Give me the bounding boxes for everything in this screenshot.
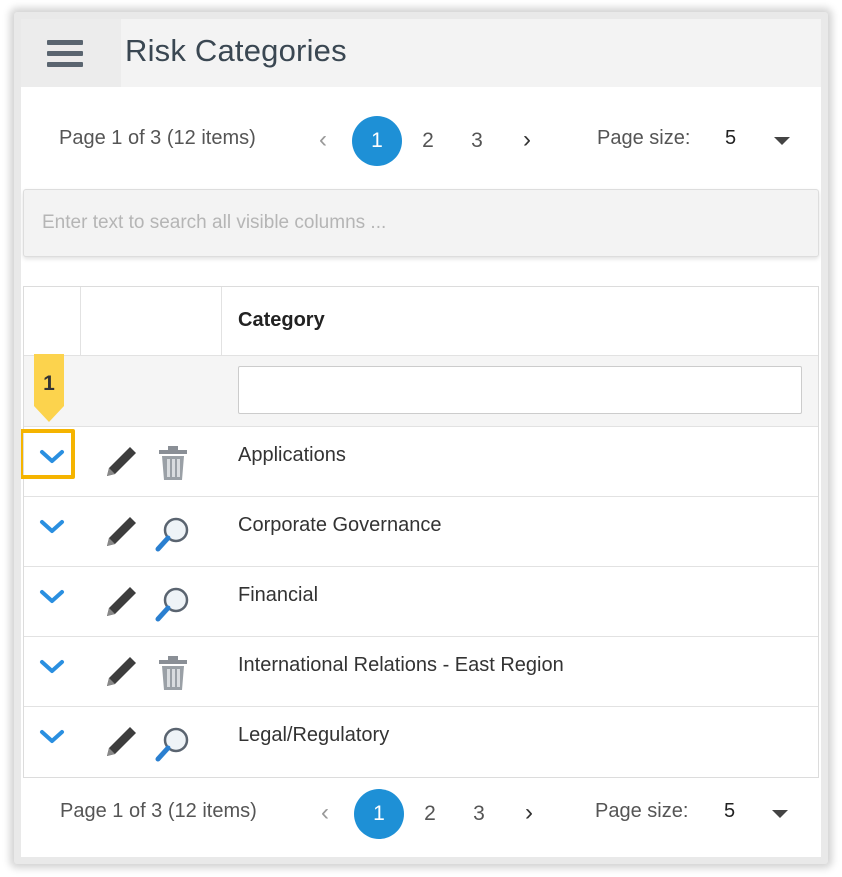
- trash-icon[interactable]: [156, 655, 190, 691]
- page-3-button[interactable]: 3: [454, 789, 504, 839]
- risk-categories-panel: Risk Categories Page 1 of 3 (12 items) ‹…: [21, 19, 821, 857]
- category-cell: International Relations - East Region: [238, 654, 564, 676]
- pencil-icon[interactable]: [104, 585, 138, 619]
- chevron-left-icon: ‹: [319, 126, 327, 153]
- trash-icon[interactable]: [156, 445, 190, 481]
- hamburger-menu-button[interactable]: [21, 19, 121, 87]
- chevron-down-icon[interactable]: [38, 517, 66, 537]
- chevron-down-icon[interactable]: [38, 587, 66, 607]
- caret-down-icon[interactable]: [774, 137, 790, 145]
- callout-number: 1: [43, 372, 55, 395]
- hamburger-bar: [47, 62, 83, 67]
- pager-top: Page 1 of 3 (12 items) ‹ 1 2 3 › Page si…: [21, 112, 821, 168]
- page-3-button[interactable]: 3: [452, 116, 502, 166]
- caret-down-icon[interactable]: [772, 810, 788, 818]
- table-row: Applications: [24, 427, 818, 497]
- table-row: International Relations - East Region: [24, 637, 818, 707]
- category-cell: Corporate Governance: [238, 514, 442, 536]
- magnifier-icon[interactable]: [154, 515, 192, 553]
- hamburger-menu-icon: [47, 40, 83, 45]
- next-page-button[interactable]: ›: [512, 122, 542, 158]
- page-size-label: Page size:: [597, 127, 691, 149]
- pager-summary: Page 1 of 3 (12 items): [60, 800, 257, 822]
- table-row: Corporate Governance: [24, 497, 818, 567]
- category-cell: Financial: [238, 584, 319, 606]
- pencil-icon[interactable]: [104, 445, 138, 479]
- magnifier-icon[interactable]: [154, 585, 192, 623]
- chevron-right-icon: ›: [523, 126, 531, 153]
- hamburger-bar: [47, 51, 83, 56]
- column-header-category[interactable]: Category: [238, 309, 325, 332]
- category-filter-input[interactable]: [238, 366, 802, 414]
- pencil-icon[interactable]: [104, 725, 138, 759]
- page-1-button[interactable]: 1: [354, 789, 404, 839]
- magnifier-icon[interactable]: [154, 725, 192, 763]
- categories-grid: Category Applications Corporate Governan…: [23, 286, 819, 778]
- table-row: Financial: [24, 567, 818, 637]
- callout-marker: 1: [34, 354, 64, 424]
- page-size-value[interactable]: 5: [724, 800, 735, 823]
- page-size-label: Page size:: [595, 800, 689, 822]
- page-1-button[interactable]: 1: [352, 116, 402, 166]
- page-size-value[interactable]: 5: [725, 127, 736, 150]
- search-panel: [23, 189, 819, 257]
- pencil-icon[interactable]: [104, 655, 138, 689]
- pencil-icon[interactable]: [104, 515, 138, 549]
- page-header: Risk Categories: [21, 19, 821, 87]
- category-cell: Legal/Regulatory: [238, 724, 390, 746]
- table-row: Legal/Regulatory: [24, 707, 818, 776]
- chevron-down-icon[interactable]: [38, 657, 66, 677]
- pager-bottom: Page 1 of 3 (12 items) ‹ 1 2 3 › Page si…: [21, 785, 821, 841]
- pager-summary: Page 1 of 3 (12 items): [59, 127, 256, 149]
- category-cell: Applications: [238, 444, 346, 466]
- page-2-button[interactable]: 2: [405, 789, 455, 839]
- grid-header-row: Category: [24, 287, 818, 356]
- search-input[interactable]: [24, 190, 818, 256]
- highlight-box: [21, 429, 75, 479]
- next-page-button[interactable]: ›: [514, 795, 544, 831]
- grid-filter-row: [24, 356, 818, 427]
- chevron-right-icon: ›: [525, 799, 533, 826]
- prev-page-button[interactable]: ‹: [308, 122, 338, 158]
- page-2-button[interactable]: 2: [403, 116, 453, 166]
- chevron-down-icon[interactable]: [38, 727, 66, 747]
- page-title: Risk Categories: [125, 33, 347, 68]
- prev-page-button[interactable]: ‹: [310, 795, 340, 831]
- chevron-left-icon: ‹: [321, 799, 329, 826]
